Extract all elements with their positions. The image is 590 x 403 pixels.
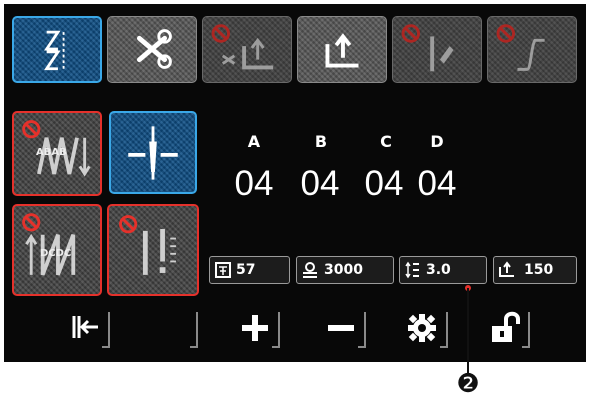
backtack-pattern-button[interactable] — [12, 16, 102, 83]
counter-label-d: D — [430, 132, 444, 151]
end-backtack-button[interactable]: DCDC — [12, 204, 102, 296]
end-backtack-label: DCDC — [40, 248, 72, 259]
presser-foot-height-param-value: 150 — [524, 262, 554, 278]
settings-button[interactable] — [402, 308, 448, 348]
curve-button[interactable] — [487, 16, 577, 83]
counter-label-c: C — [380, 132, 392, 151]
presser-foot-height-param[interactable]: 150 — [493, 256, 577, 284]
presser-foot-up-icon — [325, 33, 359, 68]
counter-value-b[interactable]: 04 — [290, 164, 350, 204]
stitch-length-icon — [405, 261, 419, 279]
plus-button[interactable] — [234, 308, 280, 348]
needle-stop-button[interactable] — [109, 111, 197, 194]
thread-trim-button[interactable] — [107, 16, 197, 83]
stitch-length-param-value: 3.0 — [426, 262, 451, 278]
speed-icon — [303, 262, 317, 278]
presser-foot-height-icon — [499, 261, 514, 277]
panel-screen: ABAB DCDC A B C D 04 04 04 04 57 3000 3.… — [4, 4, 586, 362]
curve-icon — [496, 24, 545, 71]
stitch-count-button[interactable] — [107, 204, 199, 296]
scissors-icon — [136, 29, 172, 69]
return-button[interactable] — [64, 308, 110, 348]
backtack-pattern-icon — [44, 30, 65, 71]
thread-trim-lift-icon — [211, 24, 274, 70]
stitch-count-icon — [119, 215, 176, 275]
speed-param[interactable]: 3000 — [296, 256, 394, 284]
needle-stop-icon — [128, 126, 178, 180]
counter-value-c[interactable]: 04 — [354, 164, 414, 204]
counter-value-a[interactable]: 04 — [224, 164, 284, 204]
lock-button[interactable] — [484, 308, 530, 348]
unlock-icon — [492, 311, 520, 342]
callout-marker: ❷ — [456, 369, 480, 399]
minus-button[interactable] — [320, 308, 366, 348]
gear-icon — [408, 314, 436, 342]
counter-param-value: 57 — [236, 262, 256, 278]
stitch-length-param[interactable]: 3.0 — [399, 256, 487, 284]
minus-icon — [328, 325, 354, 331]
counter-value-d[interactable]: 04 — [407, 164, 467, 204]
counter-param[interactable]: 57 — [209, 256, 290, 284]
presser-foot-button[interactable] — [297, 16, 387, 83]
blank-key-button[interactable] — [152, 308, 198, 348]
blank-key-frame — [190, 312, 198, 348]
needle-icon — [401, 24, 454, 72]
return-icon — [72, 316, 98, 338]
needle-button[interactable] — [392, 16, 482, 83]
counter-icon — [215, 262, 231, 278]
plus-icon — [242, 315, 268, 341]
trim-lift-button[interactable] — [202, 16, 292, 83]
speed-param-value: 3000 — [324, 262, 363, 278]
counter-label-b: B — [314, 132, 328, 151]
start-backtack-label: ABAB — [36, 147, 67, 158]
counter-label-a: A — [247, 132, 261, 151]
start-backtack-button[interactable]: ABAB — [12, 111, 102, 196]
